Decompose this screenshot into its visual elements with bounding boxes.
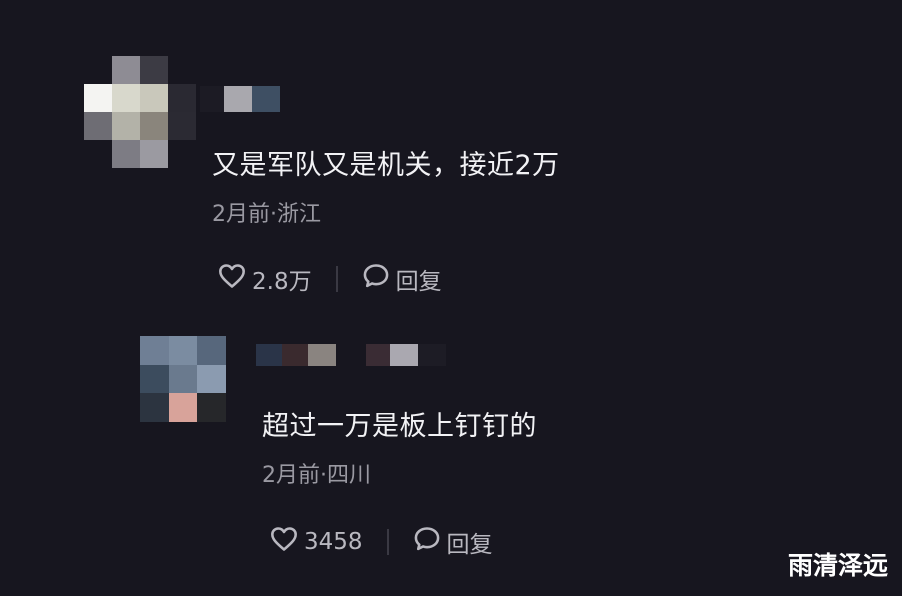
reply-label: 回复	[446, 532, 493, 558]
watermark-text: 雨清泽远	[787, 551, 888, 580]
user-avatar[interactable]	[84, 56, 196, 168]
username-blurred[interactable]	[200, 86, 280, 112]
comment-actions: 2.8万 回复	[218, 262, 442, 296]
heart-icon	[270, 526, 298, 558]
like-count: 3458	[304, 529, 363, 555]
heart-icon	[218, 263, 246, 295]
username-blurred[interactable]	[256, 344, 446, 366]
like-button[interactable]: 2.8万	[218, 262, 312, 296]
comment-2: 超过一万是板上钉钉的 2月前·四川 3458 回复	[0, 300, 902, 596]
like-button[interactable]: 3458	[270, 526, 363, 558]
action-divider	[335, 266, 338, 292]
speech-bubble-icon	[362, 263, 390, 295]
action-divider	[386, 529, 389, 555]
reply-label: 回复	[395, 269, 442, 295]
comment-1: 又是军队又是机关，接近2万 2月前·浙江 2.8万 回复	[0, 0, 902, 300]
comment-text: 又是军队又是机关，接近2万	[212, 150, 560, 181]
like-count: 2.8万	[252, 269, 312, 295]
reply-button[interactable]: 回复	[413, 525, 493, 559]
comment-meta: 2月前·浙江	[212, 202, 321, 227]
user-avatar[interactable]	[140, 336, 226, 422]
speech-bubble-icon	[413, 526, 441, 558]
comment-text: 超过一万是板上钉钉的	[262, 411, 537, 442]
reply-button[interactable]: 回复	[362, 262, 442, 296]
comment-actions: 3458 回复	[270, 525, 493, 559]
comment-meta: 2月前·四川	[262, 463, 371, 488]
